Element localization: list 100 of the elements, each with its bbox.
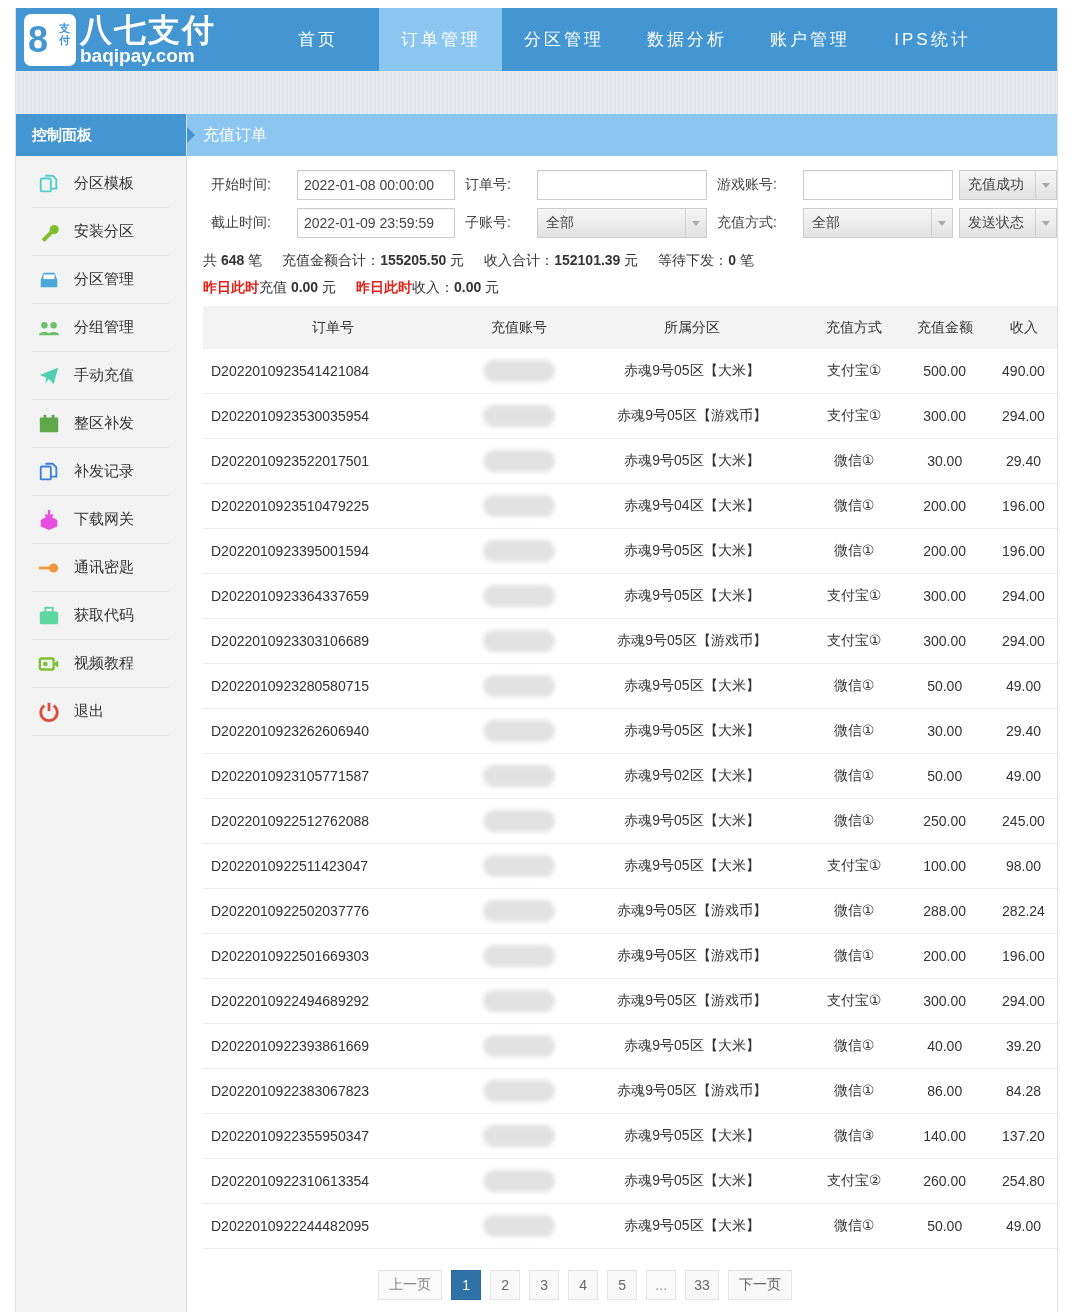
table-cell: 294.00 (990, 978, 1057, 1024)
input-field[interactable] (537, 170, 707, 200)
table-cell: D2022010922501669303 (203, 933, 463, 979)
table-cell: 49.00 (990, 663, 1057, 709)
table-cell: 支付宝① (808, 843, 900, 889)
table-cell: D2022010923510479225 (203, 483, 463, 529)
select-dropdown[interactable]: 发送状态 (959, 208, 1057, 238)
logo-name: 八七支付 (80, 14, 216, 46)
field-label: 游戏账号: (717, 176, 778, 194)
page-button[interactable]: 3 (529, 1270, 560, 1300)
summary-text: 充值金额合计：155205.50 元 (282, 252, 465, 270)
sidebar-item-label: 分组管理 (74, 318, 134, 337)
table-cell: 支付宝① (808, 573, 900, 619)
table-cell: 赤魂9号05区【大米】 (575, 528, 809, 574)
sidebar-item[interactable]: 安装分区 (32, 208, 169, 256)
table-cell: 50.00 (899, 753, 990, 799)
page-ellipsis: ... (646, 1270, 677, 1300)
table-cell: 196.00 (990, 933, 1057, 979)
sidebar-item[interactable]: 下载网关 (32, 496, 169, 544)
table-cell: 30.00 (899, 438, 990, 484)
table-cell: 300.00 (899, 618, 990, 664)
sidebar-item[interactable]: 获取代码 (32, 592, 169, 640)
table-cell: 微信① (808, 888, 900, 934)
page-button[interactable]: 5 (607, 1270, 638, 1300)
summary-text: 充值 0.00 元 (259, 279, 337, 295)
page-button[interactable]: 33 (685, 1270, 719, 1300)
page-button[interactable]: 4 (568, 1270, 599, 1300)
table-cell: 微信③ (808, 1113, 900, 1159)
table-cell: 微信① (808, 933, 900, 979)
table-cell: 490.00 (990, 349, 1057, 394)
table-cell: 29.40 (990, 708, 1057, 754)
sidebar-item-label: 整区补发 (74, 414, 134, 433)
table-cell: 294.00 (990, 573, 1057, 619)
sidebar-item[interactable]: 分区模板 (32, 160, 169, 208)
table-cell: 245.00 (990, 798, 1057, 844)
column-header: 订单号 (203, 306, 463, 349)
select-dropdown[interactable]: 全部 (803, 208, 953, 238)
table-cell: D2022010922383067823 (203, 1068, 463, 1114)
page-button[interactable]: 1 (451, 1270, 482, 1300)
page-button[interactable]: 2 (490, 1270, 521, 1300)
table-cell: 200.00 (899, 528, 990, 574)
table-cell: 86.00 (899, 1068, 990, 1114)
input-field[interactable] (803, 170, 953, 200)
download-box-icon (38, 508, 60, 531)
column-header: 收入 (990, 306, 1057, 349)
table-cell: 84.28 (990, 1068, 1057, 1114)
field-label: 截止时间: (211, 214, 272, 232)
next-page-button[interactable]: 下一页 (727, 1270, 792, 1300)
sidebar-item-label: 分区模板 (74, 174, 134, 193)
table-cell: 赤魂9号05区【大米】 (575, 1158, 809, 1204)
column-header: 所属分区 (575, 306, 809, 349)
field-label: 订单号: (465, 176, 512, 194)
documents-icon (38, 460, 60, 483)
sidebar-item-label: 手动充值 (74, 366, 134, 385)
date-field[interactable]: 2022-01-08 00:00:00 (297, 170, 455, 200)
select-dropdown[interactable]: 充值成功 (959, 170, 1057, 200)
field-label: 子账号: (465, 214, 512, 232)
table-cell: 300.00 (899, 393, 990, 439)
table-cell: 49.00 (990, 753, 1057, 799)
sidebar-item-label: 视频教程 (74, 654, 134, 673)
sidebar-item[interactable]: 分组管理 (32, 304, 169, 352)
briefcase-icon (38, 604, 60, 627)
sidebar-item[interactable]: 退出 (32, 688, 169, 736)
table-cell: 300.00 (899, 978, 990, 1024)
select-dropdown[interactable]: 全部 (537, 208, 707, 238)
sidebar-item[interactable]: 手动充值 (32, 352, 169, 400)
sidebar-item[interactable]: 分区管理 (32, 256, 169, 304)
sidebar-item[interactable]: 整区补发 (32, 400, 169, 448)
date-field[interactable]: 2022-01-09 23:59:59 (297, 208, 455, 238)
table-cell: 赤魂9号05区【大米】 (575, 1023, 809, 1069)
table-cell: 赤魂9号05区【游戏币】 (575, 1068, 809, 1114)
table-cell: D2022010923522017501 (203, 438, 463, 484)
table-cell: D2022010923105771587 (203, 753, 463, 799)
table-cell: 赤魂9号05区【游戏币】 (575, 978, 809, 1024)
table-cell: 40.00 (899, 1023, 990, 1069)
table-cell: 50.00 (899, 663, 990, 709)
sidebar-item[interactable]: 视频教程 (32, 640, 169, 688)
table-cell: 294.00 (990, 393, 1057, 439)
table-cell: 288.00 (899, 888, 990, 934)
table-cell: 赤魂9号05区【大米】 (575, 708, 809, 754)
table-cell: 赤魂9号05区【大米】 (575, 438, 809, 484)
power-icon (38, 700, 60, 723)
sidebar-item[interactable]: 补发记录 (32, 448, 169, 496)
table-cell: D2022010922502037776 (203, 888, 463, 934)
table-cell: 100.00 (899, 843, 990, 889)
sidebar-item-label: 退出 (74, 702, 104, 721)
calendar-icon (38, 412, 60, 435)
table-cell: D2022010922511423047 (203, 843, 463, 889)
highlight-label: 昨日此时 (203, 279, 259, 295)
table-cell: 98.00 (990, 843, 1057, 889)
table-cell: 微信① (808, 438, 900, 484)
table-cell: 29.40 (990, 438, 1057, 484)
table-cell: 137.20 (990, 1113, 1057, 1159)
table-cell: 微信① (808, 1068, 900, 1114)
table-cell: 支付宝① (808, 349, 900, 394)
table-cell: 微信① (808, 1203, 900, 1249)
table-cell: 196.00 (990, 483, 1057, 529)
table-cell: 赤魂9号05区【大米】 (575, 1113, 809, 1159)
table-cell: 赤魂9号05区【大米】 (575, 843, 809, 889)
sidebar-item[interactable]: 通讯密匙 (32, 544, 169, 592)
